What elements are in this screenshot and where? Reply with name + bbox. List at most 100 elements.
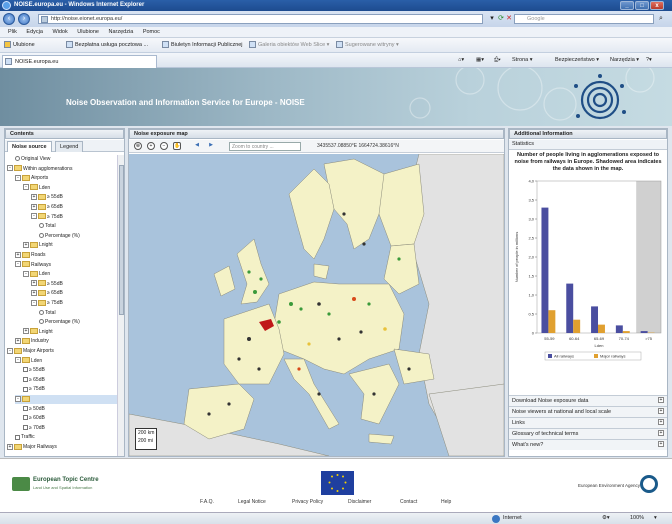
web-slice-gallery-button[interactable]: Galeria obiektów Web Slice ▾ [249, 38, 329, 53]
tree-node[interactable]: ≥ 50dB [23, 405, 117, 414]
tree-node[interactable]: - Major Airports [7, 347, 117, 356]
radio-button[interactable] [39, 319, 44, 325]
print-icon[interactable]: ⎙▾ [494, 53, 501, 68]
tree-node[interactable]: + ≥ 65dB [31, 289, 117, 298]
collapse-icon[interactable]: - [15, 261, 21, 268]
footer-link-privacy[interactable]: Privacy Policy [292, 499, 323, 505]
collapse-icon[interactable]: - [7, 347, 13, 354]
checkbox[interactable] [23, 405, 28, 411]
footer-link-disclaimer[interactable]: Disclaimer [348, 499, 371, 505]
next-extent-icon[interactable]: ▶ [207, 142, 215, 150]
tree-node[interactable]: Total [39, 222, 117, 231]
search-icon[interactable]: ⌕ [656, 14, 666, 24]
collapse-icon[interactable]: - [23, 270, 29, 277]
previous-extent-icon[interactable]: ◀ [193, 142, 201, 150]
zoom-dropdown-icon[interactable]: ▾ [654, 513, 657, 524]
collapse-icon[interactable]: - [23, 184, 29, 191]
tree-node[interactable]: Percentage (%) [39, 232, 117, 241]
home-icon[interactable]: ⌂▾ [458, 53, 464, 68]
tree-node[interactable]: Total [39, 309, 117, 318]
collapse-icon[interactable]: - [15, 357, 21, 364]
collapse-icon[interactable]: - [15, 395, 21, 402]
accordion-download-data[interactable]: Download Noise exposure data + [509, 395, 667, 406]
tab-noise-source[interactable]: Noise source [7, 141, 52, 152]
expand-icon[interactable]: + [15, 251, 21, 258]
checkbox[interactable] [15, 434, 20, 440]
tree-node[interactable]: ≥ 70dB [23, 424, 117, 433]
page-menu[interactable]: Strona ▾ [512, 53, 533, 68]
favorite-link-bip[interactable]: Biuletyn Informacji Publicznej [162, 38, 243, 53]
browser-tab[interactable]: NOISE.europa.eu [2, 55, 157, 68]
tree-node[interactable]: - ≥ 75dB [31, 299, 117, 308]
tree-node[interactable]: + ≥ 65dB [31, 203, 117, 212]
tree-node[interactable]: + ≥ 55dB [31, 280, 117, 289]
expand-icon[interactable]: + [31, 203, 37, 210]
address-input[interactable]: http://noise.eionet.europa.eu/ [38, 14, 483, 24]
tree-node[interactable]: - Lden [23, 270, 117, 279]
tree-node[interactable]: ≥ 60dB [23, 414, 117, 423]
tree-node[interactable]: ≥ 75dB [23, 385, 117, 394]
tree-node[interactable]: - ≥ 75dB [31, 213, 117, 222]
tree-node[interactable]: - Lden [23, 184, 117, 193]
tree-node[interactable]: ≥ 65dB [23, 376, 117, 385]
expand-icon[interactable]: + [31, 290, 37, 297]
tree-node[interactable]: - [15, 395, 117, 404]
collapse-icon[interactable]: - [7, 165, 13, 172]
pan-hand-icon[interactable]: ✋ [173, 142, 181, 150]
menu-item-narzedzia[interactable]: Narzędzia [109, 29, 134, 35]
tree-node[interactable]: Percentage (%) [39, 318, 117, 327]
tree-node[interactable]: - Lden [15, 357, 117, 366]
noise-map[interactable]: 200 km 200 mi [129, 154, 504, 456]
collapse-icon[interactable]: - [15, 174, 21, 181]
tree-node[interactable]: Traffic [15, 433, 117, 442]
tree-node[interactable]: + Industry [15, 337, 117, 346]
collapse-icon[interactable]: - [31, 213, 37, 220]
tree-node[interactable]: + Major Railways [7, 443, 117, 452]
zoom-to-country-select[interactable]: Zoom to country ... [229, 142, 301, 151]
tab-legend[interactable]: Legend [55, 141, 84, 152]
checkbox[interactable] [23, 415, 28, 421]
radio-button[interactable] [39, 223, 44, 229]
search-input[interactable]: Google [514, 14, 654, 24]
protected-mode-icon[interactable]: ⚙▾ [602, 513, 610, 524]
radio-button[interactable] [39, 232, 44, 238]
accordion-whats-new[interactable]: What's new? + [509, 439, 667, 450]
forward-button[interactable]: › [18, 13, 30, 25]
close-window-button[interactable]: x [650, 1, 664, 10]
menu-item-plik[interactable]: Plik [8, 29, 17, 35]
tree-node[interactable]: - Airports [15, 174, 117, 183]
maximize-button[interactable]: □ [635, 1, 649, 10]
checkbox[interactable] [23, 367, 28, 373]
tree-scrollbar[interactable] [117, 155, 124, 456]
scrollbar-thumb[interactable] [119, 165, 124, 315]
help-icon[interactable]: ?▾ [646, 53, 652, 68]
accordion-links[interactable]: Links + [509, 417, 667, 428]
menu-item-pomoc[interactable]: Pomoc [143, 29, 160, 35]
expand-icon[interactable]: + [7, 443, 13, 450]
radio-button[interactable] [39, 309, 44, 315]
footer-link-contact[interactable]: Contact [400, 499, 417, 505]
suggested-sites-button[interactable]: Sugerowane witryny ▾ [336, 38, 399, 53]
expand-icon[interactable]: + [15, 338, 21, 345]
back-button[interactable]: ‹ [3, 13, 15, 25]
menu-item-widok[interactable]: Widok [52, 29, 67, 35]
minimize-button[interactable]: _ [620, 1, 634, 10]
tree-node[interactable]: Original View [15, 155, 117, 164]
tree-node[interactable]: ≥ 55dB [23, 366, 117, 375]
footer-link-help[interactable]: Help [441, 499, 451, 505]
tree-node[interactable]: + ≥ 55dB [31, 193, 117, 202]
menu-item-ulubione[interactable]: Ulubione [77, 29, 99, 35]
zoom-level[interactable]: 100% [630, 513, 644, 524]
stop-icon[interactable]: ✕ [504, 14, 514, 24]
accordion-noise-viewers[interactable]: Noise viewers at national and local scal… [509, 406, 667, 417]
footer-link-faq[interactable]: F.A.Q. [200, 499, 214, 505]
expand-icon[interactable]: + [23, 242, 29, 249]
tree-node[interactable]: - Within agglomerations [7, 165, 117, 174]
favorites-button[interactable]: Ulubione [4, 38, 35, 53]
tree-node[interactable]: + Roads [15, 251, 117, 260]
radio-button[interactable] [15, 156, 20, 162]
checkbox[interactable] [23, 376, 28, 382]
collapse-icon[interactable]: - [31, 299, 37, 306]
expand-icon[interactable]: + [31, 194, 37, 201]
full-extent-icon[interactable]: ⊕ [134, 142, 142, 150]
